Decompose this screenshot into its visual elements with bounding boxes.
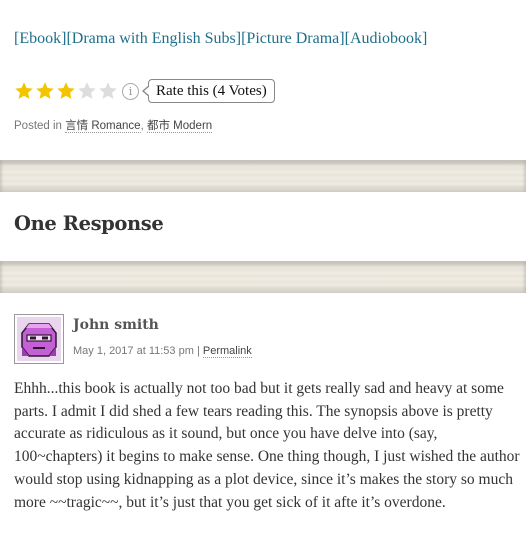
avatar-identicon-icon	[17, 317, 61, 361]
section-divider	[0, 160, 526, 192]
star-icon[interactable]	[98, 81, 118, 101]
avatar[interactable]	[14, 314, 64, 364]
section-divider	[0, 261, 526, 293]
comment-date: May 1, 2017 at 11:53 pm	[73, 345, 194, 357]
comment: John smith May 1, 2017 at 11:53 pm | Per…	[0, 293, 526, 542]
category-separator: ,	[140, 120, 144, 132]
comment-author[interactable]: John smith	[73, 317, 159, 333]
format-link-picture-drama[interactable]: [Picture Drama]	[241, 30, 345, 47]
rating-widget: i Rate this (4 Votes)	[14, 78, 275, 104]
format-link-ebook[interactable]: [Ebook]	[14, 30, 66, 47]
category-link-modern[interactable]: 都市 Modern	[146, 120, 213, 133]
star-icon[interactable]	[56, 81, 76, 101]
star-icon[interactable]	[14, 81, 34, 101]
star-icon[interactable]	[35, 81, 55, 101]
permalink-link[interactable]: Permalink	[202, 345, 252, 358]
format-link-drama-subs[interactable]: [Drama with English Subs]	[66, 30, 241, 47]
comment-meta: May 1, 2017 at 11:53 pm | Permalink	[73, 345, 252, 358]
responses-title: One Response	[14, 212, 164, 235]
rate-this-button[interactable]: Rate this (4 Votes)	[142, 79, 275, 103]
star-icon[interactable]	[77, 81, 97, 101]
meta-separator: |	[196, 345, 200, 357]
posted-in: Posted in 言情 Romance, 都市 Modern	[14, 117, 213, 133]
comment-body: Ehhh...this book is actually not too bad…	[14, 378, 520, 514]
posted-in-label: Posted in	[14, 120, 62, 132]
info-icon[interactable]: i	[122, 82, 139, 100]
comment-text: Ehhh...this book is actually not too bad…	[14, 380, 520, 511]
responses-header: One Response	[0, 192, 526, 261]
format-links: [Ebook][Drama with English Subs][Picture…	[14, 30, 427, 48]
category-link-romance[interactable]: 言情 Romance	[65, 120, 141, 133]
format-link-audiobook[interactable]: [Audiobook]	[345, 30, 428, 47]
post-footer: [Ebook][Drama with English Subs][Picture…	[0, 0, 526, 160]
